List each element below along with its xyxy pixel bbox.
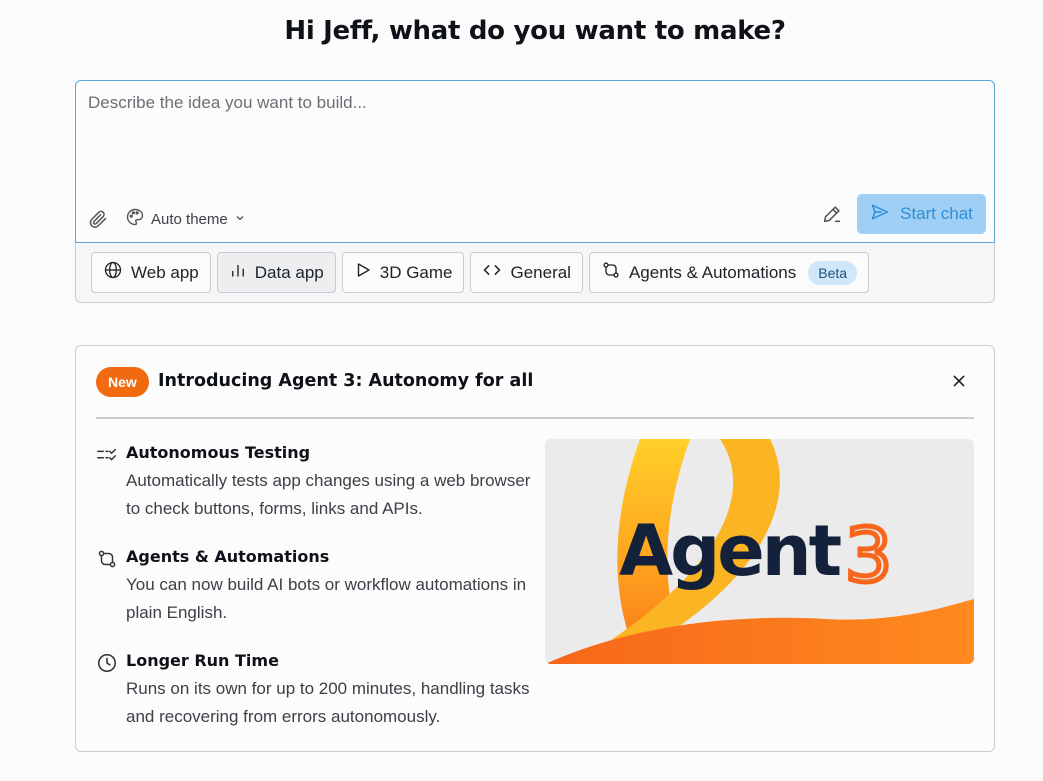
chip-label: Data app — [254, 262, 324, 282]
code-icon — [482, 260, 502, 285]
feature-title: Agents & Automations — [126, 547, 330, 566]
hero-word: Agent — [619, 510, 841, 592]
theme-selector[interactable]: Auto theme — [125, 207, 245, 231]
announcement-title: Introducing Agent 3: Autonomy for all — [158, 371, 534, 391]
announcement-card: New Introducing Agent 3: Autonomy for al… — [75, 345, 995, 752]
start-chat-label: Start chat — [900, 204, 973, 223]
feature-description: Runs on its own for up to 200 minutes, h… — [126, 679, 530, 726]
new-badge: New — [96, 367, 149, 397]
bar-chart-icon — [229, 261, 247, 284]
page-title: Hi Jeff, what do you want to make? — [284, 16, 786, 46]
clock-icon — [96, 652, 118, 674]
agent-3-hero-image: Agent 3 — [545, 439, 974, 664]
chip-general[interactable]: General — [470, 252, 583, 293]
git-branch-icon — [601, 260, 621, 285]
divider — [96, 417, 974, 419]
feature-title: Autonomous Testing — [126, 443, 311, 462]
checklist-icon — [96, 444, 118, 466]
app-type-chips: Web app Data app 3D Game General Agents … — [91, 252, 870, 293]
hero-number: 3 — [845, 513, 892, 599]
feature-description: You can now build AI bots or workflow au… — [126, 575, 527, 622]
paperclip-icon[interactable] — [88, 209, 108, 229]
chip-label: 3D Game — [379, 262, 453, 282]
close-icon[interactable] — [948, 370, 970, 392]
globe-icon — [103, 260, 123, 285]
start-chat-button[interactable]: Start chat — [857, 194, 986, 234]
palette-icon — [125, 207, 145, 231]
theme-label: Auto theme — [151, 210, 228, 228]
chip-3d-game[interactable]: 3D Game — [341, 252, 465, 293]
chevron-down-icon — [235, 213, 245, 226]
prompt-composer: Auto theme Start chat Web app Data — [75, 80, 995, 303]
git-branch-icon — [96, 548, 118, 570]
play-icon — [354, 261, 372, 284]
chip-agents-automations[interactable]: Agents & Automations Beta — [588, 252, 870, 293]
beta-badge: Beta — [808, 260, 858, 285]
feature-description: Automatically tests app changes using a … — [126, 471, 531, 518]
chip-data-app[interactable]: Data app — [216, 252, 336, 293]
send-icon — [870, 202, 890, 227]
feature-title: Longer Run Time — [126, 651, 279, 670]
pen-icon[interactable] — [821, 203, 843, 225]
prompt-box: Auto theme Start chat — [75, 80, 995, 243]
chip-label: Web app — [131, 262, 199, 282]
chip-web-app[interactable]: Web app — [91, 252, 211, 293]
chip-label: Agents & Automations — [628, 262, 797, 282]
chip-label: General — [510, 262, 571, 282]
prompt-input[interactable] — [88, 93, 968, 183]
